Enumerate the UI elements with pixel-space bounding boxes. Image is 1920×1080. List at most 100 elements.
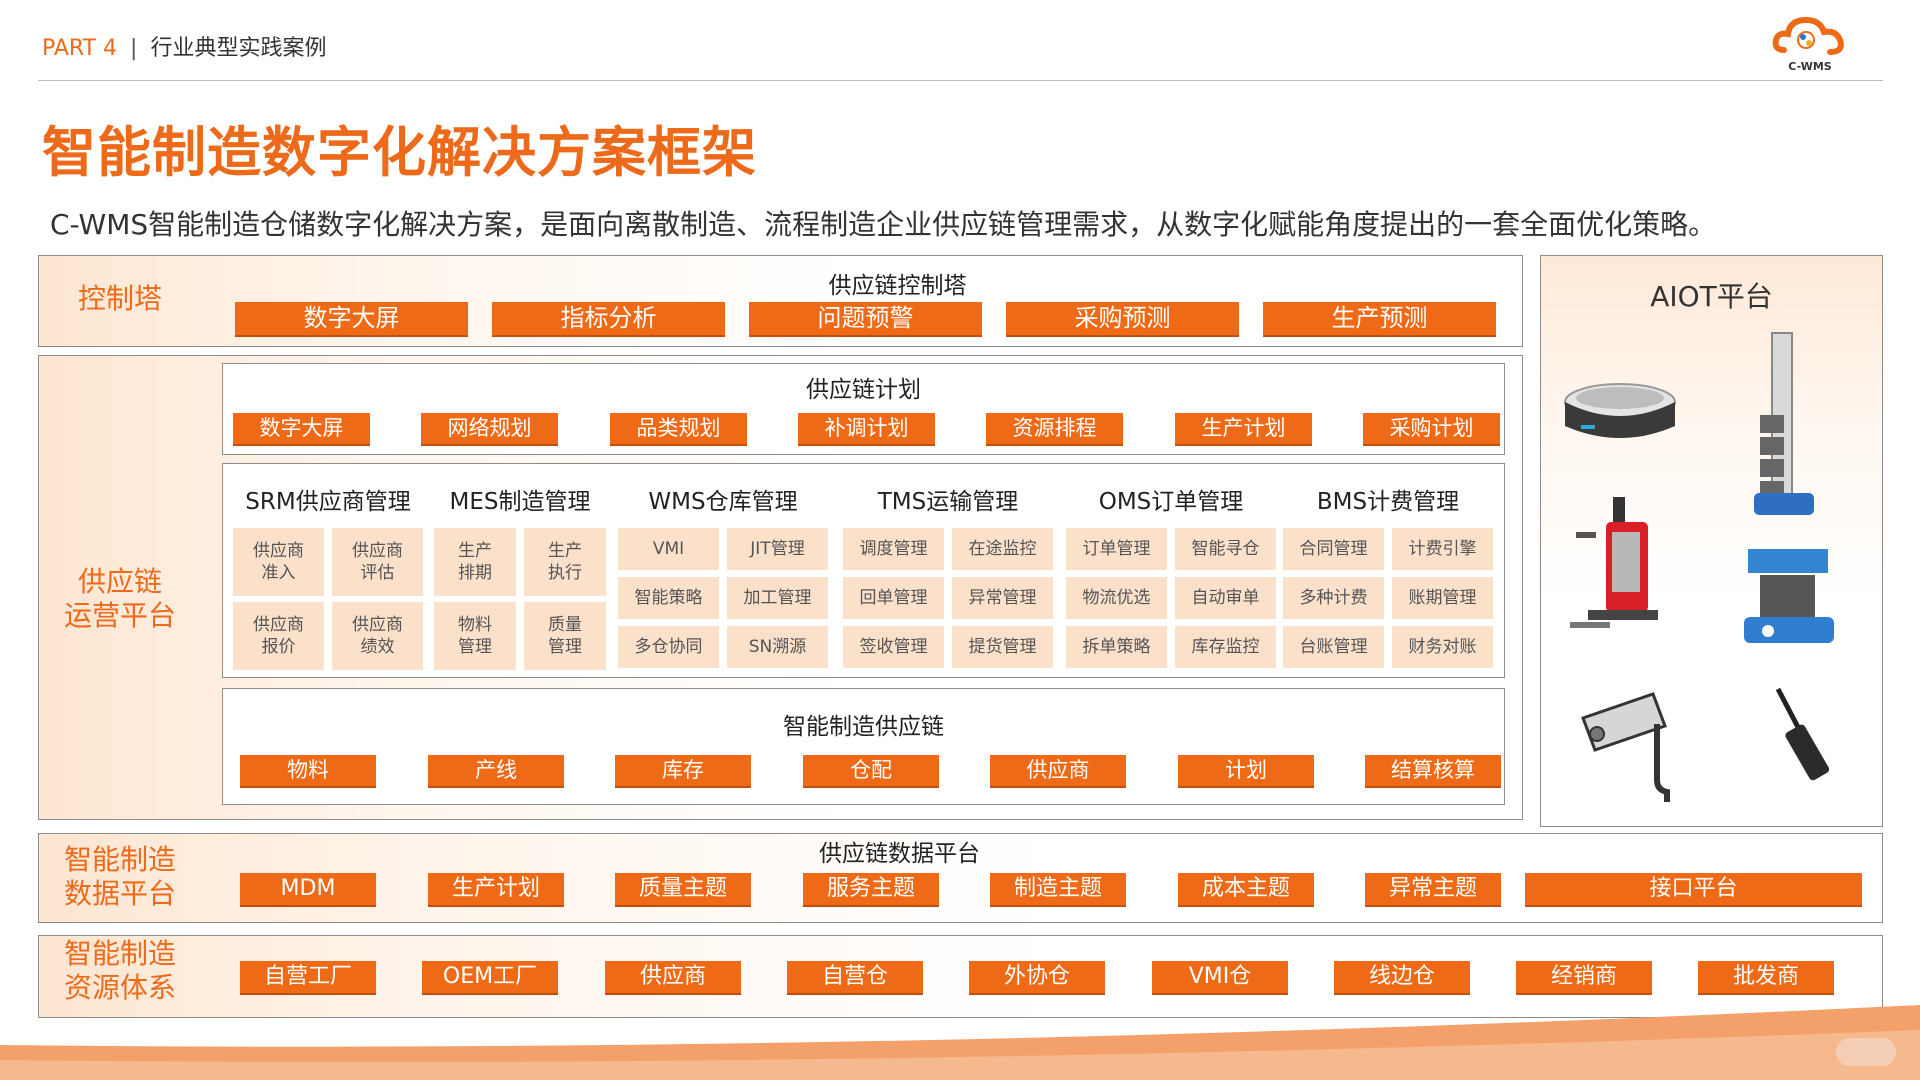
part-label: PART 4 bbox=[42, 36, 118, 61]
plan-title: 供应链计划 bbox=[806, 377, 921, 403]
module-cell: 调度管理 bbox=[843, 528, 944, 570]
module-cell-line: 报价 bbox=[261, 637, 296, 657]
module-cell: 提货管理 bbox=[952, 626, 1053, 668]
module-cell: 库存监控 bbox=[1175, 626, 1276, 668]
ops-platform-label: 供应链 运营平台 bbox=[40, 565, 200, 633]
module-cell: 供应商 绩效 bbox=[332, 602, 423, 670]
page-title: 智能制造数字化解决方案框架 bbox=[42, 121, 757, 184]
module-cell: 供应商 评估 bbox=[332, 528, 423, 596]
module-cell: 供应商 报价 bbox=[233, 602, 324, 670]
module-title: TMS运输管理 bbox=[877, 489, 1019, 515]
module-title: OMS订单管理 bbox=[1098, 489, 1244, 515]
data-platform-item: 异常主题 bbox=[1365, 873, 1501, 907]
c-wms-logo: C-WMS bbox=[1772, 16, 1844, 73]
forklift-robot-icon bbox=[1570, 497, 1658, 628]
interface-platform-item: 接口平台 bbox=[1525, 873, 1862, 907]
control-tower-item: 采购预测 bbox=[1006, 302, 1239, 337]
plan-item: 网络规划 bbox=[421, 413, 558, 446]
module-cell-line: 质量 bbox=[548, 615, 582, 635]
module-cell: 自动审单 bbox=[1175, 577, 1276, 619]
module-title: SRM供应商管理 bbox=[245, 489, 411, 515]
resource-label: 智能制造 资源体系 bbox=[40, 937, 200, 1005]
module-cell: 生产 执行 bbox=[524, 528, 606, 596]
resource-item: 外协仓 bbox=[969, 961, 1105, 995]
smart-chain-item: 产线 bbox=[428, 755, 564, 788]
module-cell-text: 供应商 准入 bbox=[253, 540, 304, 584]
control-tower-item: 问题预警 bbox=[749, 302, 982, 337]
data-platform-item: MDM bbox=[240, 873, 376, 907]
module-title: BMS计费管理 bbox=[1316, 489, 1460, 515]
module-cell-text: 生产 执行 bbox=[548, 540, 582, 584]
module-cell: 物流优选 bbox=[1066, 577, 1167, 619]
smart-chain-item: 库存 bbox=[615, 755, 751, 788]
data-platform-item: 成本主题 bbox=[1178, 873, 1314, 907]
resource-item: 批发商 bbox=[1698, 961, 1834, 995]
data-label-line2: 数据平台 bbox=[63, 877, 176, 910]
data-platform-item: 制造主题 bbox=[990, 873, 1126, 907]
module-cell: 计费引擎 bbox=[1392, 528, 1493, 570]
module-cell: VMI bbox=[618, 528, 719, 570]
module-cell-text: 生产 排期 bbox=[458, 540, 492, 584]
module-cell-line: 生产 bbox=[458, 541, 492, 561]
module-cell-line: 评估 bbox=[360, 563, 395, 583]
control-tower-item: 指标分析 bbox=[492, 302, 725, 337]
resource-label-line1: 智能制造 bbox=[63, 937, 176, 970]
data-platform-label: 智能制造 数据平台 bbox=[40, 843, 200, 911]
module-cell: JIT管理 bbox=[727, 528, 828, 570]
module-cell-line: 准入 bbox=[261, 563, 296, 583]
smart-chain-item: 供应商 bbox=[990, 755, 1126, 788]
control-tower-label: 控制塔 bbox=[77, 282, 162, 315]
aiot-title: AIOT平台 bbox=[1650, 280, 1773, 313]
header-breadcrumb: PART 4 | 行业典型实践案例 bbox=[42, 30, 326, 62]
module-cell-text: 供应商 绩效 bbox=[352, 614, 403, 658]
module-cell: 订单管理 bbox=[1066, 528, 1167, 570]
bottom-wave bbox=[0, 1005, 1920, 1080]
module-cell: SN溯源 bbox=[727, 626, 828, 668]
smart-chain-item: 仓配 bbox=[803, 755, 939, 788]
module-cell: 异常管理 bbox=[952, 577, 1053, 619]
module-cell: 财务对账 bbox=[1392, 626, 1493, 668]
data-platform-item: 生产计划 bbox=[428, 873, 564, 907]
logo-text: C-WMS bbox=[1788, 60, 1831, 73]
plan-item: 采购计划 bbox=[1363, 413, 1500, 446]
control-tower-item: 数字大屏 bbox=[235, 302, 468, 337]
module-cell: 物料 管理 bbox=[434, 602, 516, 670]
header-divider bbox=[38, 80, 1883, 81]
module-cell: 智能策略 bbox=[618, 577, 719, 619]
module-cell: 在途监控 bbox=[952, 528, 1053, 570]
subtitle: C-WMS智能制造仓储数字化解决方案，是面向离散制造、流程制造企业供应链管理需求… bbox=[50, 208, 1717, 241]
resource-item: 自营仓 bbox=[787, 961, 923, 995]
module-cell: 生产 排期 bbox=[434, 528, 516, 596]
agv-cart-icon bbox=[1744, 549, 1834, 643]
module-cell-line: 绩效 bbox=[360, 637, 395, 657]
module-cell-text: 物料 管理 bbox=[458, 614, 492, 658]
module-cell: 多种计费 bbox=[1283, 577, 1384, 619]
module-cell-line: 管理 bbox=[548, 637, 582, 657]
ops-label-line1: 供应链 bbox=[77, 565, 162, 598]
control-tower-title: 供应链控制塔 bbox=[828, 273, 967, 299]
module-cell-line: 执行 bbox=[548, 563, 582, 583]
module-cell: 合同管理 bbox=[1283, 528, 1384, 570]
shelf-robot-icon bbox=[1754, 332, 1814, 515]
data-platform-title: 供应链数据平台 bbox=[819, 841, 980, 867]
module-cell-line: 排期 bbox=[458, 563, 492, 583]
plan-item: 资源排程 bbox=[986, 413, 1123, 446]
module-cell: 回单管理 bbox=[843, 577, 944, 619]
module-cell-text: 供应商 评估 bbox=[352, 540, 403, 584]
module-cell: 台账管理 bbox=[1283, 626, 1384, 668]
smart-chain-item: 计划 bbox=[1178, 755, 1314, 788]
resource-item: 供应商 bbox=[605, 961, 741, 995]
module-cell: 供应商 准入 bbox=[233, 528, 324, 596]
module-cell: 加工管理 bbox=[727, 577, 828, 619]
module-cell-text: 质量 管理 bbox=[548, 614, 582, 658]
module-cell: 账期管理 bbox=[1392, 577, 1493, 619]
plan-item: 补调计划 bbox=[798, 413, 935, 446]
module-cell: 智能寻仓 bbox=[1175, 528, 1276, 570]
resource-item: 经销商 bbox=[1516, 961, 1652, 995]
module-cell: 多仓协同 bbox=[618, 626, 719, 668]
data-platform-item: 质量主题 bbox=[615, 873, 751, 907]
amr-robot-icon bbox=[1564, 383, 1676, 438]
module-cell-line: 生产 bbox=[548, 541, 582, 561]
plan-item: 品类规划 bbox=[610, 413, 747, 446]
module-title: MES制造管理 bbox=[449, 489, 591, 515]
